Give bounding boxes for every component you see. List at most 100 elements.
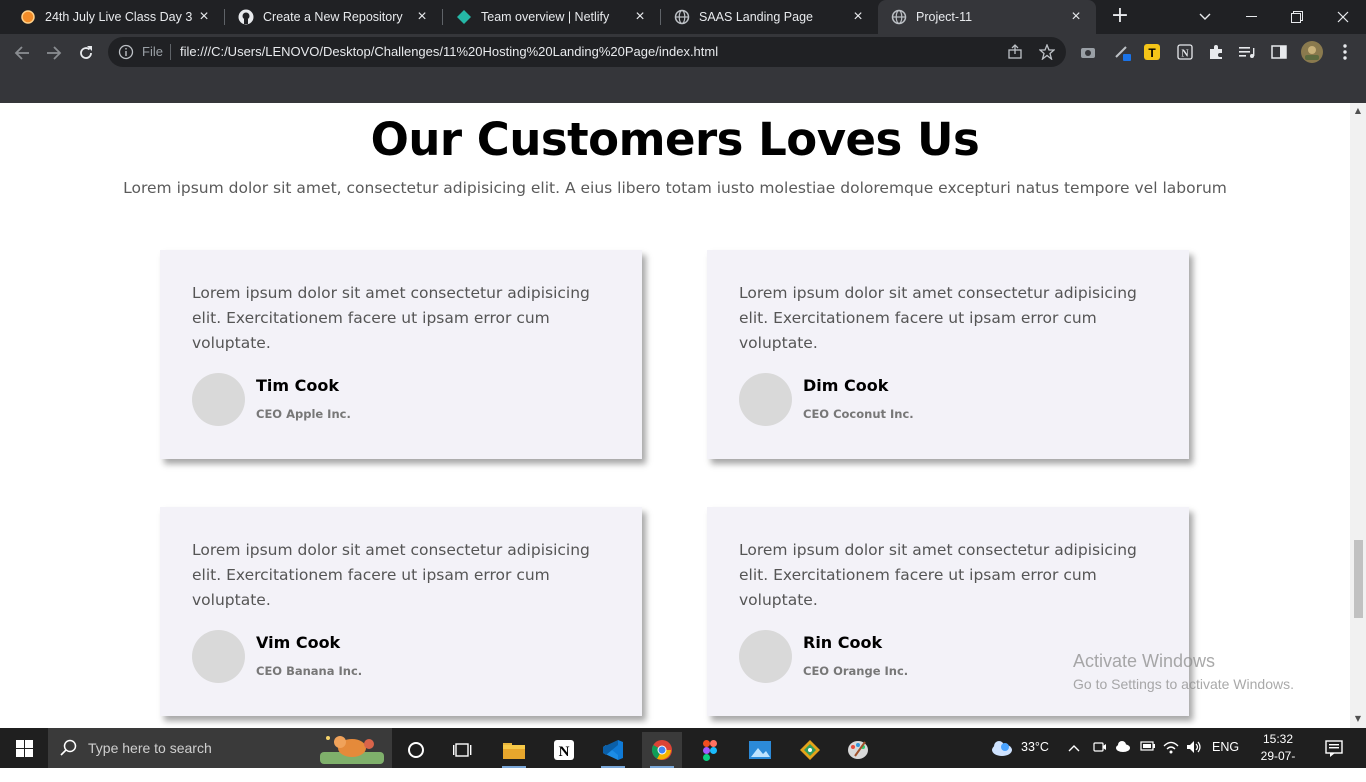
- customer-role: CEO Orange Inc.: [803, 664, 909, 678]
- search-icon: [60, 739, 78, 757]
- customer-name: Tim Cook: [256, 376, 340, 395]
- tab-saas-landing[interactable]: SAAS Landing Page ×: [654, 0, 878, 34]
- close-icon[interactable]: ×: [196, 9, 212, 25]
- media-queue-icon[interactable]: [1238, 43, 1256, 61]
- restore-button[interactable]: [1274, 0, 1320, 34]
- tab-title: Project-11: [916, 10, 973, 24]
- scheme-label: File: [142, 44, 163, 59]
- language-indicator[interactable]: ENG: [1212, 740, 1239, 754]
- tab-title: 24th July Live Class Day 3 - Fi: [45, 10, 196, 24]
- tab-netlify[interactable]: Team overview | Netlify ×: [436, 0, 660, 34]
- testimonials-section: Our Customers Loves Us Lorem ipsum dolor…: [0, 103, 1350, 728]
- testimonial-quote: Lorem ipsum dolor sit amet consectetur a…: [739, 541, 1137, 609]
- system-clock[interactable]: 15:32 29-07-2022: [1250, 731, 1306, 782]
- photos-icon[interactable]: [740, 732, 780, 768]
- testimonial-quote: Lorem ipsum dolor sit amet consectetur a…: [192, 541, 590, 609]
- globe-icon: [674, 9, 690, 25]
- testimonial-card: Lorem ipsum dolor sit amet consectetur a…: [160, 250, 642, 459]
- avatar: [739, 373, 792, 426]
- scroll-up-arrow-icon[interactable]: ▲: [1354, 107, 1362, 115]
- clock-date: 29-07-2022: [1260, 749, 1296, 780]
- weather-temperature[interactable]: 33°C: [1021, 740, 1049, 754]
- vscode-icon[interactable]: [593, 732, 633, 768]
- bookmark-star-icon[interactable]: [1038, 43, 1056, 61]
- customer-role: CEO Coconut Inc.: [803, 407, 914, 421]
- volume-icon[interactable]: [1186, 740, 1202, 757]
- avatar: [192, 373, 245, 426]
- notion-icon[interactable]: N: [544, 732, 584, 768]
- profile-avatar[interactable]: [1300, 40, 1324, 64]
- tab-title: SAAS Landing Page: [699, 10, 813, 24]
- back-arrow-icon[interactable]: [9, 40, 35, 66]
- tab-project-11[interactable]: Project-11 ×: [878, 0, 1096, 34]
- svg-text:N: N: [1181, 49, 1189, 60]
- globe-icon: [891, 9, 907, 25]
- chrome-icon[interactable]: [642, 732, 682, 768]
- task-view-icon[interactable]: [443, 732, 483, 768]
- testimonial-quote: Lorem ipsum dolor sit amet consectetur a…: [739, 284, 1137, 352]
- customer-role: CEO Banana Inc.: [256, 664, 363, 678]
- omnibox-divider: [170, 44, 171, 60]
- battery-icon[interactable]: [1140, 740, 1156, 755]
- chevron-up-icon[interactable]: [1068, 741, 1080, 755]
- url-text[interactable]: file:///C:/Users/LENOVO/Desktop/Challeng…: [180, 44, 718, 59]
- info-icon[interactable]: [118, 44, 134, 60]
- activate-windows-watermark: Activate Windows Go to Settings to activ…: [1073, 651, 1294, 692]
- watermark-title: Activate Windows: [1073, 651, 1216, 671]
- file-explorer-icon[interactable]: [494, 732, 534, 768]
- clock-time: 15:32: [1262, 732, 1294, 746]
- cortana-icon[interactable]: [396, 732, 436, 768]
- menu-kebab-icon[interactable]: [1336, 43, 1354, 61]
- weather-cloud-icon[interactable]: [990, 738, 1014, 761]
- close-icon[interactable]: ×: [632, 9, 648, 25]
- watermark-subtitle: Go to Settings to activate Windows.: [1073, 676, 1294, 692]
- scroll-thumb[interactable]: [1354, 540, 1363, 618]
- svg-text:N: N: [559, 744, 570, 760]
- notifications-icon[interactable]: [1325, 739, 1343, 760]
- customer-name: Vim Cook: [256, 633, 341, 652]
- notion-icon[interactable]: N: [1176, 43, 1194, 61]
- tab-strip: 24th July Live Class Day 3 - Fi × Create…: [0, 0, 1366, 34]
- windows-start-icon[interactable]: [0, 728, 48, 768]
- testimonial-quote: Lorem ipsum dolor sit amet consectetur a…: [192, 284, 590, 352]
- section-subheading: Lorem ipsum dolor sit amet, consectetur …: [123, 179, 1227, 197]
- svg-text:T: T: [1148, 46, 1156, 60]
- side-panel-icon[interactable]: [1270, 43, 1288, 61]
- figma-icon[interactable]: [690, 732, 730, 768]
- tab-github[interactable]: Create a New Repository ×: [218, 0, 442, 34]
- close-window-button[interactable]: [1320, 0, 1366, 34]
- github-icon: [238, 9, 254, 25]
- tampermonkey-icon[interactable]: T: [1143, 43, 1161, 61]
- edit-pen-icon[interactable]: [1113, 43, 1131, 61]
- camera-icon[interactable]: [1079, 43, 1097, 61]
- taskbar-search-box[interactable]: Type here to search: [48, 728, 392, 768]
- tab-live-class[interactable]: 24th July Live Class Day 3 - Fi ×: [0, 0, 224, 34]
- minimize-button[interactable]: [1228, 0, 1274, 34]
- meet-now-icon[interactable]: [1093, 740, 1107, 757]
- new-tab-button[interactable]: +: [1108, 5, 1132, 29]
- page-scrollbar[interactable]: ▲ ▼: [1350, 103, 1366, 728]
- share-icon[interactable]: [1006, 43, 1024, 61]
- onedrive-cloud-icon[interactable]: [1115, 740, 1131, 755]
- tab-search-chevron-icon[interactable]: [1182, 0, 1228, 34]
- wifi-icon[interactable]: [1163, 740, 1179, 757]
- section-heading: Our Customers Loves Us: [370, 113, 980, 166]
- git-tool-icon[interactable]: [790, 732, 830, 768]
- scroll-down-arrow-icon[interactable]: ▼: [1354, 715, 1362, 723]
- close-icon[interactable]: ×: [414, 9, 430, 25]
- forward-arrow-icon[interactable]: [41, 40, 67, 66]
- orange-circle-icon: [20, 9, 36, 25]
- tab-title: Create a New Repository: [263, 10, 403, 24]
- netlify-icon: [456, 9, 472, 25]
- avatar: [192, 630, 245, 683]
- close-icon[interactable]: ×: [1068, 9, 1084, 25]
- customer-name: Dim Cook: [803, 376, 889, 395]
- testimonial-card: Lorem ipsum dolor sit amet consectetur a…: [160, 507, 642, 716]
- paint-palette-icon[interactable]: [838, 732, 878, 768]
- close-icon[interactable]: ×: [850, 9, 866, 25]
- customer-role: CEO Apple Inc.: [256, 407, 351, 421]
- testimonial-card: Lorem ipsum dolor sit amet consectetur a…: [707, 250, 1189, 459]
- address-bar[interactable]: File file:///C:/Users/LENOVO/Desktop/Cha…: [108, 37, 1066, 67]
- reload-icon[interactable]: [73, 40, 99, 66]
- extensions-puzzle-icon[interactable]: [1207, 43, 1225, 61]
